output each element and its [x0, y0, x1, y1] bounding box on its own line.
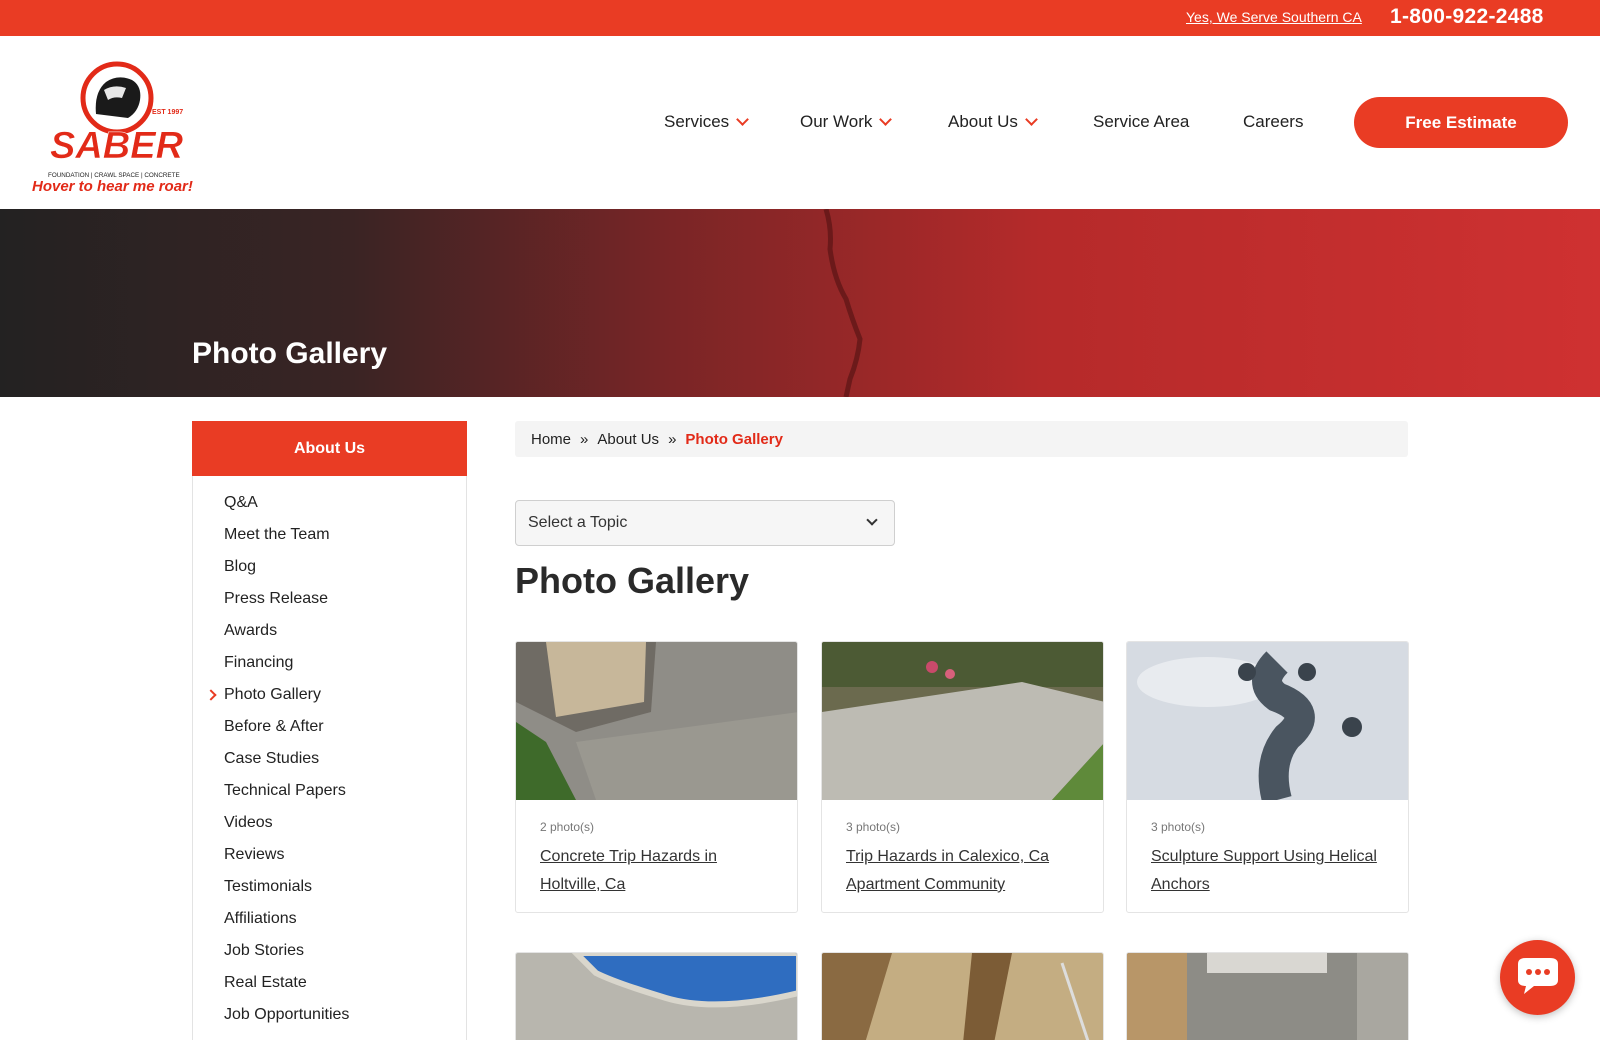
gallery-card[interactable]: 2 photo(s) Concrete Trip Hazards in Holt… [515, 641, 798, 913]
sidebar-item-press-release[interactable]: Press Release [224, 590, 328, 608]
sidebar-item-qa[interactable]: Q&A [224, 494, 258, 512]
gallery-thumbnail[interactable] [822, 953, 1104, 1040]
nav-service-area[interactable]: Service Area [1093, 112, 1189, 132]
site-header: EST 1997 SABER FOUNDATION | CRAWL SPACE … [0, 36, 1600, 209]
sidebar-item-testimonials[interactable]: Testimonials [224, 878, 312, 896]
chevron-down-icon [736, 113, 750, 126]
sidebar-item-videos[interactable]: Videos [224, 814, 273, 832]
top-bar: Yes, We Serve Southern CA 1-800-922-2488 [0, 0, 1600, 36]
gallery-thumbnail[interactable] [1127, 953, 1409, 1040]
sidebar-item-technical-papers[interactable]: Technical Papers [224, 782, 346, 800]
breadcrumb: Home » About Us » Photo Gallery [515, 421, 1408, 457]
hover-tagline: Hover to hear me roar! [32, 178, 193, 195]
svg-text:SABER: SABER [50, 125, 184, 167]
breadcrumb-about-us[interactable]: About Us [597, 431, 659, 448]
sidebar-item-financing[interactable]: Financing [224, 654, 293, 672]
sidebar-item-photo-gallery[interactable]: Photo Gallery [224, 686, 321, 704]
gallery-title-link[interactable]: Trip Hazards in Calexico, Ca Apartment C… [846, 843, 1086, 899]
photo-count: 3 photo(s) [1151, 820, 1206, 834]
nav-our-work[interactable]: Our Work [800, 112, 893, 132]
nav-careers[interactable]: Careers [1243, 112, 1303, 132]
chevron-down-icon [1025, 113, 1038, 126]
page-title: Photo Gallery [515, 560, 750, 601]
gallery-thumbnail[interactable] [822, 642, 1104, 800]
photo-count: 3 photo(s) [846, 820, 901, 834]
sidebar-item-case-studies[interactable]: Case Studies [224, 750, 319, 768]
hero-title: Photo Gallery [192, 337, 388, 370]
breadcrumb-home[interactable]: Home [531, 431, 571, 448]
sidebar-item-before-after[interactable]: Before & After [224, 718, 324, 736]
sidebar-item-job-opportunities[interactable]: Job Opportunities [224, 1006, 349, 1024]
gallery-title-link[interactable]: Concrete Trip Hazards in Holtville, Ca [540, 843, 780, 899]
topic-select[interactable]: Select a Topic [515, 500, 895, 546]
gallery-card[interactable] [515, 952, 798, 1040]
nav-about-us[interactable]: About Us [948, 112, 1038, 132]
sidebar-item-real-estate[interactable]: Real Estate [224, 974, 307, 992]
gallery-thumbnail[interactable] [1127, 642, 1409, 800]
nav-about-us-label: About Us [948, 112, 1018, 131]
sidebar-heading[interactable]: About Us [192, 421, 467, 476]
hero-banner: Photo Gallery [0, 209, 1600, 397]
chat-button[interactable] [1500, 940, 1575, 1015]
breadcrumb-separator: » [580, 430, 589, 448]
sidebar-item-awards[interactable]: Awards [224, 622, 277, 640]
svg-text:EST 1997: EST 1997 [152, 109, 183, 116]
photo-count: 2 photo(s) [540, 820, 595, 834]
nav-careers-label: Careers [1243, 112, 1304, 131]
nav-services[interactable]: Services [664, 112, 750, 132]
sidebar-item-affiliations[interactable]: Affiliations [224, 910, 297, 928]
phone-number-link[interactable]: 1-800-922-2488 [1390, 5, 1544, 29]
sidebar-item-reviews[interactable]: Reviews [224, 846, 284, 864]
breadcrumb-separator: » [668, 430, 677, 448]
sidebar-item-blog[interactable]: Blog [224, 558, 256, 576]
chevron-down-icon [866, 514, 878, 526]
gallery-card[interactable]: 3 photo(s) Trip Hazards in Calexico, Ca … [821, 641, 1104, 913]
nav-services-label: Services [664, 112, 730, 131]
gallery-thumbnail[interactable] [516, 642, 798, 800]
chat-bubble-icon [1518, 958, 1558, 994]
nav-our-work-label: Our Work [800, 112, 873, 131]
topic-select-value: Select a Topic [528, 514, 628, 531]
breadcrumb-current: Photo Gallery [685, 430, 783, 448]
free-estimate-button[interactable]: Free Estimate [1354, 97, 1568, 148]
nav-service-area-label: Service Area [1093, 112, 1190, 131]
sidebar-item-meet-the-team[interactable]: Meet the Team [224, 526, 330, 544]
gallery-thumbnail[interactable] [516, 953, 798, 1040]
service-region-link[interactable]: Yes, We Serve Southern CA [1186, 9, 1362, 25]
gallery-card[interactable]: 3 photo(s) Sculpture Support Using Helic… [1126, 641, 1409, 913]
saber-logo[interactable]: EST 1997 SABER FOUNDATION | CRAWL SPACE … [44, 54, 190, 182]
gallery-card[interactable] [1126, 952, 1409, 1040]
gallery-title-link[interactable]: Sculpture Support Using Helical Anchors [1151, 843, 1391, 899]
chevron-down-icon [879, 113, 893, 126]
sidebar-item-job-stories[interactable]: Job Stories [224, 942, 304, 960]
gallery-card[interactable] [821, 952, 1104, 1040]
